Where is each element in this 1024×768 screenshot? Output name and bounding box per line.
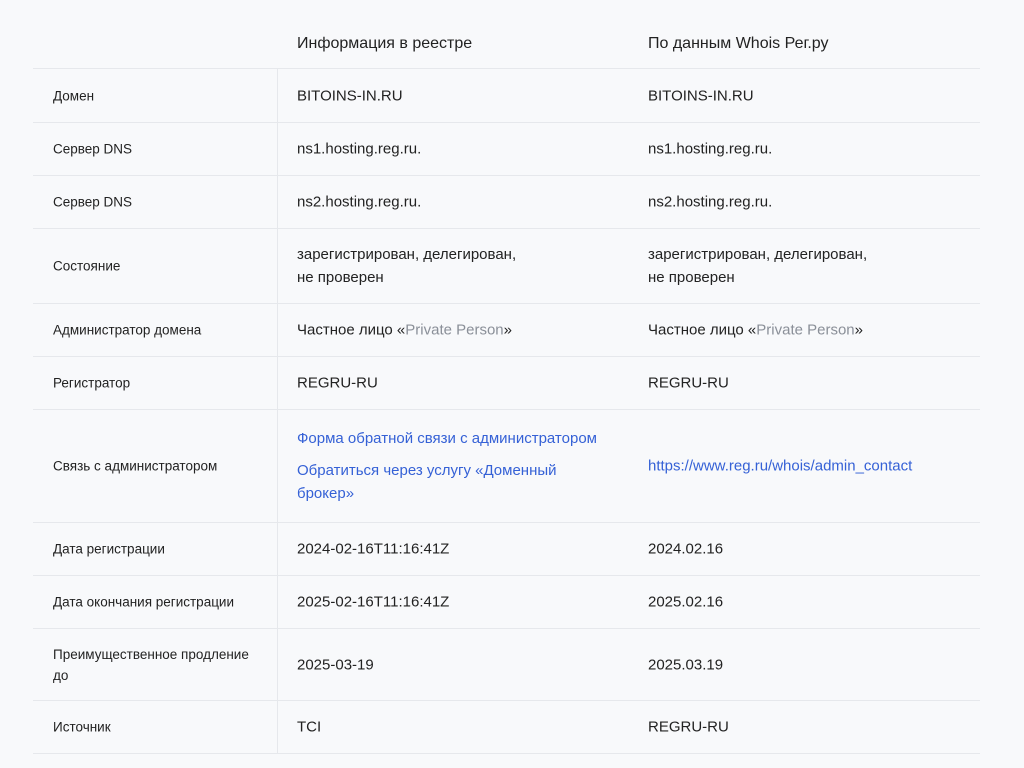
- row-label: Состояние: [53, 258, 121, 274]
- whois-value: ns1.hosting.reg.ru.: [648, 140, 773, 158]
- row-label: Сервер DNS: [53, 141, 133, 157]
- whois-contact-links: https://www.reg.ru/whois/admin_contact: [648, 455, 978, 478]
- row-label: Домен: [53, 88, 95, 103]
- column-divider: [277, 176, 278, 228]
- row-state: Состояние зарегистрирован, делегирован, …: [33, 229, 980, 304]
- row-label: Дата окончания регистрации: [53, 594, 235, 610]
- column-header-whois: По данным Whois Рег.ру: [648, 35, 829, 52]
- row-admin: Администратор домена Частное лицо «Priva…: [33, 304, 980, 357]
- row-label: Связь с администратором: [53, 458, 218, 474]
- row-domain: Домен BITOINS-IN.RU BITOINS-IN.RU: [33, 69, 980, 123]
- registry-value-line: зарегистрирован, делегирован,: [297, 246, 517, 263]
- column-divider: [277, 123, 278, 175]
- whois-value: зарегистрирован, делегирован, не провере…: [648, 243, 978, 289]
- registry-value: ns2.hosting.reg.ru.: [297, 193, 422, 211]
- row-dns-2: Сервер DNS ns2.hosting.reg.ru. ns2.hosti…: [33, 176, 980, 229]
- registry-value: 2025-03-19: [297, 656, 374, 673]
- column-divider: [277, 229, 278, 303]
- row-label: Дата регистрации: [53, 541, 165, 557]
- row-label: Сервер DNS: [53, 194, 133, 210]
- whois-value: ns2.hosting.reg.ru.: [648, 193, 773, 211]
- whois-value: REGRU-RU: [648, 718, 729, 736]
- link-line: Обратиться через услугу «Доменный: [297, 462, 557, 479]
- column-divider: [277, 69, 278, 122]
- admin-name: Private Person: [756, 321, 855, 339]
- row-label: Преимущественное продление до: [53, 644, 268, 686]
- admin-contact-url-link[interactable]: https://www.reg.ru/whois/admin_contact: [648, 455, 978, 478]
- link-line: брокер»: [297, 485, 355, 502]
- row-dns-1: Сервер DNS ns1.hosting.reg.ru. ns1.hosti…: [33, 123, 980, 176]
- admin-prefix: Частное лицо «: [648, 321, 757, 339]
- row-registration-date: Дата регистрации 2024-02-16T11:16:41Z 20…: [33, 523, 980, 576]
- registry-value: ns1.hosting.reg.ru.: [297, 140, 422, 158]
- row-registrar: Регистратор REGRU-RU REGRU-RU: [33, 357, 980, 410]
- row-label: Администратор домена: [53, 322, 202, 338]
- column-header-registry: Информация в реестре: [297, 35, 473, 52]
- row-label: Регистратор: [53, 375, 131, 391]
- column-divider: [277, 410, 278, 522]
- row-priority-renewal: Преимущественное продление до 2025-03-19 …: [33, 629, 980, 701]
- whois-value-line: не проверен: [648, 269, 735, 286]
- column-divider: [277, 357, 278, 409]
- registry-value: BITOINS-IN.RU: [297, 87, 403, 104]
- registry-value: Частное лицо «Private Person»: [297, 319, 617, 342]
- whois-value: BITOINS-IN.RU: [648, 87, 754, 104]
- column-divider: [277, 629, 278, 700]
- feedback-form-link[interactable]: Форма обратной связи с администратором: [297, 427, 617, 450]
- column-divider: [277, 304, 278, 356]
- registry-contact-links: Форма обратной связи с администратором О…: [297, 427, 617, 505]
- table-header: Информация в реестре По данным Whois Рег…: [33, 0, 980, 69]
- whois-table: Домен BITOINS-IN.RU BITOINS-IN.RU Сервер…: [33, 69, 980, 754]
- whois-page: Информация в реестре По данным Whois Рег…: [0, 0, 1024, 768]
- column-divider: [277, 576, 278, 628]
- registry-value-line: не проверен: [297, 269, 384, 286]
- row-source: Источник TCI REGRU-RU: [33, 701, 980, 754]
- registry-value: REGRU-RU: [297, 374, 378, 392]
- admin-prefix: Частное лицо «: [297, 321, 406, 339]
- registry-value: 2024-02-16T11:16:41Z: [297, 540, 450, 558]
- admin-suffix: »: [503, 321, 512, 339]
- row-label-line: Преимущественное продление: [53, 646, 249, 662]
- whois-value: 2025.03.19: [648, 656, 724, 673]
- whois-value-line: зарегистрирован, делегирован,: [648, 246, 868, 263]
- admin-name: Private Person: [405, 321, 504, 339]
- whois-value: REGRU-RU: [648, 374, 729, 392]
- admin-suffix: »: [854, 321, 863, 339]
- whois-value: 2024.02.16: [648, 540, 724, 558]
- domain-broker-link[interactable]: Обратиться через услугу «Доменный брокер»: [297, 459, 617, 505]
- whois-value: 2025.02.16: [648, 593, 724, 611]
- registry-value: TCI: [297, 718, 322, 736]
- column-divider: [277, 701, 278, 753]
- row-label: Источник: [53, 719, 111, 735]
- registry-value: зарегистрирован, делегирован, не провере…: [297, 243, 617, 289]
- column-divider: [277, 523, 278, 575]
- row-admin-contact: Связь с администратором Форма обратной с…: [33, 410, 980, 523]
- registry-value: 2025-02-16T11:16:41Z: [297, 593, 450, 611]
- row-expiration-date: Дата окончания регистрации 2025-02-16T11…: [33, 576, 980, 629]
- row-label-line: до: [53, 667, 69, 683]
- whois-value: Частное лицо «Private Person»: [648, 319, 978, 342]
